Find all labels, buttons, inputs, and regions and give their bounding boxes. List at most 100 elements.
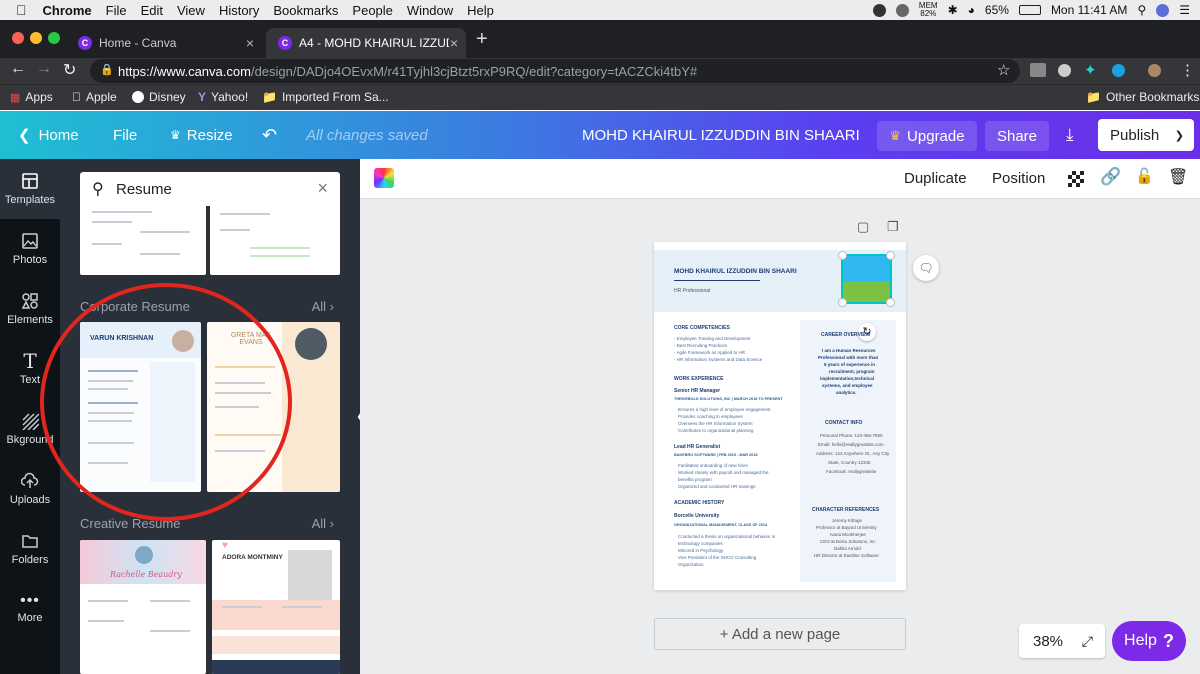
menu-people[interactable]: People bbox=[352, 3, 392, 18]
resize-handle[interactable] bbox=[886, 298, 895, 307]
expand-icon[interactable]: ⤢ bbox=[1082, 633, 1093, 650]
apple-icon[interactable]:  bbox=[16, 2, 27, 18]
see-all-link[interactable]: All › bbox=[312, 299, 334, 314]
comment-icon[interactable]: 🗨 bbox=[913, 255, 939, 281]
menu-kebab-icon[interactable]: ⋮ bbox=[1180, 61, 1195, 79]
search-input[interactable]: ⚲ Resume × bbox=[80, 172, 340, 206]
bookmark-imported[interactable]: 📁 Imported From Sa... bbox=[262, 90, 389, 104]
tab-home-canva[interactable]: C Home - Canva × bbox=[66, 28, 262, 58]
help-button[interactable]: Help ? bbox=[1112, 621, 1186, 661]
resize-button[interactable]: ♛ Resize bbox=[170, 111, 233, 159]
menu-bookmarks[interactable]: Bookmarks bbox=[273, 3, 338, 18]
bookmark-disney[interactable]: Disney bbox=[132, 90, 186, 104]
close-tab-icon[interactable]: × bbox=[246, 35, 254, 51]
extension-icon[interactable] bbox=[1058, 64, 1071, 77]
maximize-window-button[interactable] bbox=[48, 32, 60, 44]
close-tab-icon[interactable]: × bbox=[450, 35, 458, 51]
bluetooth-icon[interactable]: ✱ bbox=[948, 3, 958, 17]
copy-page-icon[interactable]: ❐ bbox=[887, 219, 899, 235]
status-circle-icon[interactable] bbox=[872, 3, 886, 17]
rail-elements[interactable]: Elements bbox=[0, 279, 60, 339]
bookmark-apple[interactable]: Apple bbox=[72, 90, 117, 104]
resize-handle[interactable] bbox=[838, 298, 847, 307]
clock[interactable]: Mon 11:41 AM bbox=[1051, 3, 1128, 17]
resize-handle[interactable] bbox=[838, 251, 847, 260]
download-icon[interactable]: ⤓ bbox=[1066, 111, 1074, 159]
bookmark-yahoo[interactable]: Y Yahoo! bbox=[198, 90, 248, 104]
resume-name[interactable]: MOHD KHAIRUL IZZUDDIN BIN SHAARI bbox=[674, 268, 797, 275]
menu-help[interactable]: Help bbox=[467, 3, 494, 18]
rail-more[interactable]: ••• More bbox=[0, 579, 60, 639]
bookmark-apps[interactable]: ▦ Apps bbox=[10, 90, 53, 104]
job-item: Organized and conducted HR trainings bbox=[678, 484, 756, 489]
page-notes-icon[interactable]: ▢ bbox=[857, 219, 869, 235]
rail-photos[interactable]: Photos bbox=[0, 219, 60, 279]
other-bookmarks[interactable]: 📁 Other Bookmarks bbox=[1086, 90, 1199, 104]
tab-design[interactable]: C A4 - MOHD KHAIRUL IZZUDDI × bbox=[266, 28, 466, 58]
template-adora-montminy[interactable]: ♥ ADORA MONTMINY bbox=[212, 540, 340, 674]
document-title[interactable]: MOHD KHAIRUL IZZUDDIN BIN SHAARI bbox=[582, 111, 860, 159]
home-button[interactable]: ❮ Home bbox=[18, 111, 79, 159]
transparency-icon[interactable] bbox=[1068, 171, 1084, 187]
rail-label: Uploads bbox=[9, 494, 51, 506]
template-rachelle-beaudry[interactable]: Rachelle Beaudry bbox=[80, 540, 206, 674]
forward-icon[interactable]: → bbox=[36, 60, 52, 78]
job-item: benefits program bbox=[678, 477, 712, 482]
academic-heading[interactable]: ACADEMIC HISTORY bbox=[674, 500, 724, 506]
reload-icon[interactable]: ↻ bbox=[63, 60, 76, 80]
position-button[interactable]: Position bbox=[992, 170, 1045, 187]
undo-button[interactable]: ↶ bbox=[262, 111, 277, 159]
template-thumb[interactable] bbox=[210, 199, 340, 275]
contact-heading[interactable]: CONTACT INFO bbox=[825, 420, 862, 426]
profile-avatar[interactable] bbox=[1148, 64, 1161, 77]
references-heading[interactable]: CHARACTER REFERENCES bbox=[812, 507, 879, 513]
chevron-left-icon: ❮ bbox=[18, 127, 31, 144]
help-label: Help bbox=[1124, 632, 1157, 649]
upgrade-button[interactable]: ♛ Upgrade bbox=[877, 121, 977, 151]
wifi-icon[interactable]: ◕ bbox=[968, 3, 975, 17]
rail-templates[interactable]: Templates bbox=[0, 159, 60, 219]
menu-history[interactable]: History bbox=[219, 3, 259, 18]
rail-uploads[interactable]: Uploads bbox=[0, 459, 60, 519]
lock-icon[interactable]: 🔓 bbox=[1135, 167, 1154, 185]
color-picker-icon[interactable] bbox=[374, 168, 394, 188]
template-thumb[interactable] bbox=[80, 199, 206, 275]
bookmark-star-icon[interactable]: ☆ bbox=[997, 61, 1010, 79]
menu-view[interactable]: View bbox=[177, 3, 205, 18]
menu-file[interactable]: File bbox=[106, 3, 127, 18]
career-line: 5 years of experience in bbox=[824, 362, 876, 367]
extension-icon[interactable]: ✦ bbox=[1084, 61, 1097, 79]
battery-icon[interactable] bbox=[1018, 5, 1041, 15]
menu-edit[interactable]: Edit bbox=[141, 3, 163, 18]
selected-image[interactable] bbox=[838, 251, 895, 307]
spotlight-icon[interactable]: ⚲ bbox=[1137, 3, 1146, 17]
trash-icon[interactable]: 🗑 bbox=[1168, 167, 1188, 187]
add-page-button[interactable]: + Add a new page bbox=[654, 618, 906, 650]
publish-button[interactable]: Publish ❯ bbox=[1098, 119, 1194, 151]
notification-center-icon[interactable]: ☰ bbox=[1179, 3, 1190, 17]
work-heading[interactable]: WORK EXPERIENCE bbox=[674, 376, 723, 382]
resume-page[interactable]: MOHD KHAIRUL IZZUDDIN BIN SHAARI HR Prof… bbox=[654, 242, 906, 590]
duplicate-button[interactable]: Duplicate bbox=[904, 170, 967, 187]
new-tab-button[interactable]: + bbox=[476, 28, 488, 51]
core-heading[interactable]: CORE COMPETENCIES bbox=[674, 325, 730, 331]
url-field[interactable]: 🔒 https://www.canva.com/design/DADjo4OEv… bbox=[90, 59, 1020, 83]
back-icon[interactable]: ← bbox=[10, 60, 26, 78]
profile-icon[interactable] bbox=[1156, 3, 1170, 17]
share-button[interactable]: Share bbox=[985, 121, 1049, 151]
menu-window[interactable]: Window bbox=[407, 3, 453, 18]
close-window-button[interactable] bbox=[12, 32, 24, 44]
clear-search-icon[interactable]: × bbox=[317, 178, 328, 199]
resize-handle[interactable] bbox=[886, 251, 895, 260]
link-icon[interactable]: 🔗 bbox=[1100, 167, 1121, 187]
rail-folders[interactable]: Folders bbox=[0, 519, 60, 579]
minimize-window-button[interactable] bbox=[30, 32, 42, 44]
see-all-link[interactable]: All › bbox=[312, 516, 334, 531]
zoom-control[interactable]: 38% ⤢ bbox=[1019, 624, 1105, 658]
extension-icon[interactable] bbox=[1030, 63, 1046, 77]
extension-icon[interactable] bbox=[1112, 64, 1125, 77]
career-heading[interactable]: CAREER OVERVIEW bbox=[821, 332, 870, 338]
creative-cloud-icon[interactable] bbox=[895, 3, 909, 17]
menu-chrome[interactable]: Chrome bbox=[43, 3, 92, 18]
file-menu-button[interactable]: File bbox=[113, 111, 137, 159]
